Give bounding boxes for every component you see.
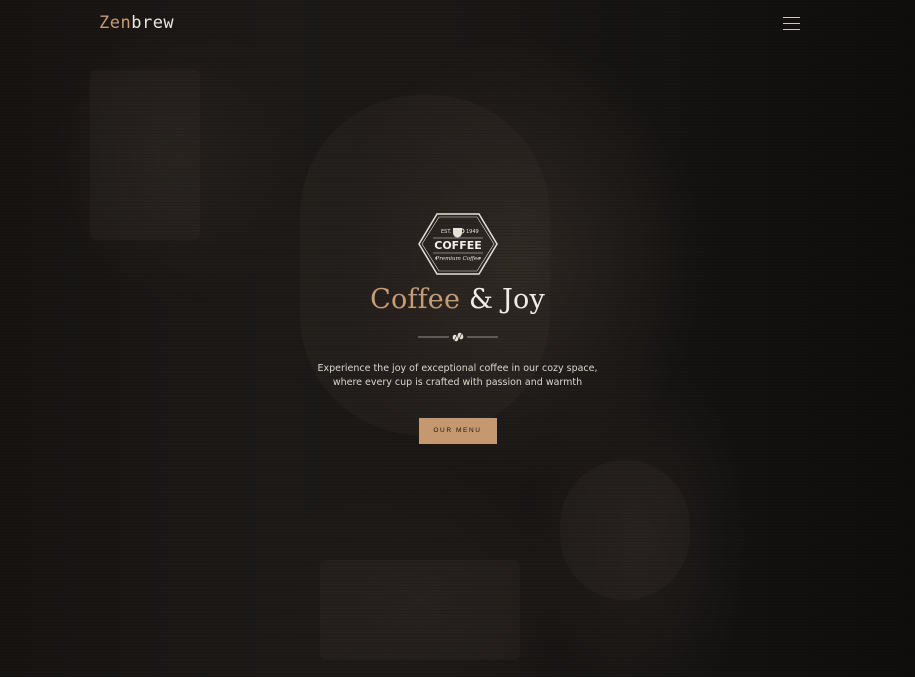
coffee-badge: EST. 1949 COFFEE Premium Coffee — [417, 213, 498, 275]
hero-headline: Coffee & Joy — [0, 280, 915, 320]
site-header: Zenbrew — [0, 0, 915, 50]
hamburger-menu-icon[interactable] — [783, 17, 800, 31]
coffee-bean-icon — [452, 332, 463, 342]
background-photo-shape — [320, 560, 520, 660]
section-divider — [417, 332, 498, 342]
hero-description: Experience the joy of exceptional coffee… — [317, 363, 598, 388]
site-logo[interactable]: Zenbrew — [99, 13, 174, 33]
hero-content: EST. 1949 COFFEE Premium Coffee Coffee &… — [0, 212, 915, 444]
background-photo-shape — [560, 460, 690, 600]
coffee-cup-icon — [452, 228, 464, 238]
our-menu-button[interactable]: OUR MENU — [418, 418, 497, 444]
badge-est-label: EST. — [441, 229, 452, 235]
headline-accent: Coffee — [370, 284, 461, 315]
logo-accent-text: Zen — [99, 13, 132, 33]
hero-section: Zenbrew EST. 1949 COFFEE Premium Coffee — [0, 0, 915, 677]
badge-year: 1949 — [466, 229, 479, 235]
logo-text: brew — [131, 13, 175, 33]
badge-subtitle: Premium Coffee — [434, 256, 481, 262]
headline-rest: & Joy — [468, 284, 545, 315]
badge-title: COFFEE — [434, 239, 481, 252]
